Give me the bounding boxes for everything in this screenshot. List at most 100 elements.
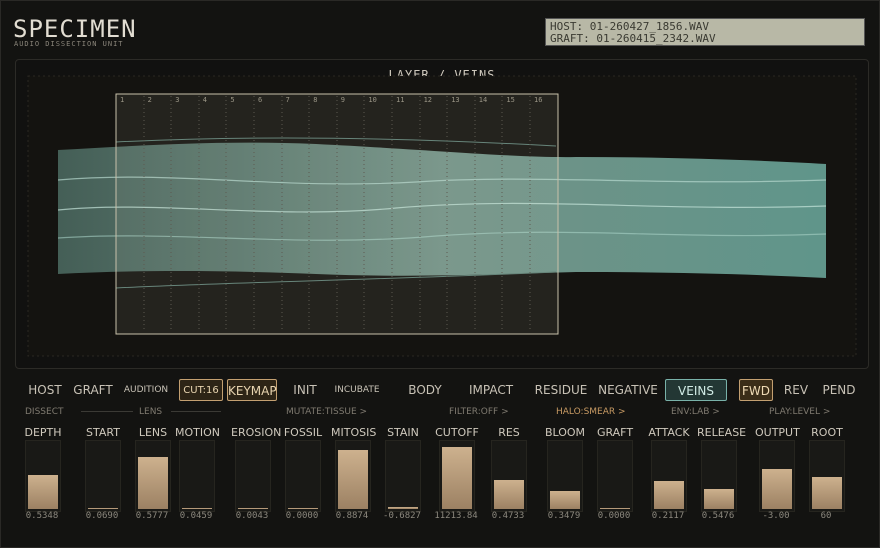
param-label-start: START [86,426,120,439]
slice-number: 11 [396,96,405,104]
fader-level [654,481,684,509]
param-fader-motion[interactable] [179,440,215,512]
app-subtitle: AUDIO DISSECTION UNIT [14,40,124,48]
param-fader-root[interactable] [809,440,845,512]
slice-number: 5 [230,96,235,104]
param-fader-bloom[interactable] [547,440,583,512]
fader-level [704,489,734,509]
file-display: HOST: 01-260427_1856.WAV GRAFT: 01-26041… [545,18,865,46]
init-button[interactable]: INIT [285,379,325,401]
param-value-graft: 0.0000 [597,511,631,521]
param-label-bloom: BLOOM [544,426,586,439]
fader-level [138,457,168,509]
section-filter[interactable]: FILTER:OFF > [449,407,509,417]
negative-button[interactable]: NEGATIVE [597,379,659,401]
slice-number: 14 [478,96,488,104]
param-label-res: RES [498,426,520,439]
section-halo[interactable]: HALO:SMEAR > [556,407,626,417]
param-label-depth: DEPTH [24,426,62,439]
param-label-stain: STAIN [387,426,419,439]
fader-level [338,450,368,509]
param-value-cutoff: 11213.84 [434,511,478,521]
section-dissect: DISSECT [25,407,64,417]
param-label-mitosis: MITOSIS [331,426,377,439]
mode-bar: HOST GRAFT AUDITION CUT:16 KEYMAP INIT I… [15,377,867,405]
param-fader-depth[interactable] [25,440,61,512]
param-value-lens: 0.5777 [135,511,169,521]
param-value-attack: 0.2117 [651,511,685,521]
impact-button[interactable]: IMPACT [463,379,519,401]
param-value-erosion: 0.0043 [235,511,269,521]
param-label-lens: LENS [138,426,168,439]
slice-number: 1 [120,96,125,104]
incubate-button[interactable]: INCUBATE [329,379,385,401]
graft-button[interactable]: GRAFT [71,379,115,401]
section-env[interactable]: ENV:LAB > [671,407,720,417]
slice-number: 6 [258,96,263,104]
slice-number: 15 [506,96,515,104]
keymap-button[interactable]: KEYMAP [227,379,277,401]
slice-number: 9 [340,96,346,104]
param-label-attack: ATTACK [648,426,690,439]
section-play[interactable]: PLAY:LEVEL > [769,407,830,417]
param-fader-graft[interactable] [597,440,633,512]
slice-number: 16 [534,96,543,104]
rev-button[interactable]: REV [781,379,811,401]
param-label-motion: MOTION [175,426,220,439]
fader-level [600,508,630,509]
param-value-root: 60 [820,511,832,521]
fader-level [762,469,792,509]
param-label-release: RELEASE [697,426,747,439]
param-fader-release[interactable] [701,440,737,512]
param-label-root: ROOT [811,426,843,439]
param-fader-output[interactable] [759,440,795,512]
param-value-motion: 0.0459 [179,511,213,521]
slice-number: 12 [423,96,433,104]
cut-button[interactable]: CUT:16 [179,379,223,401]
residue-button[interactable]: RESIDUE [529,379,593,401]
param-value-release: 0.5476 [701,511,735,521]
param-fader-start[interactable] [85,440,121,512]
fader-level [494,480,524,509]
param-value-mitosis: 0.8874 [335,511,369,521]
fader-level [812,477,842,509]
fader-level [442,447,472,509]
body-button[interactable]: BODY [403,379,447,401]
veins-button[interactable]: VEINS [665,379,727,401]
fader-level [550,491,580,509]
waveform-display [27,75,857,357]
graft-file-line: GRAFT: 01-260415_2342.WAV [550,32,716,45]
pend-button[interactable]: PEND [821,379,857,401]
param-fader-fossil[interactable] [285,440,321,512]
param-label-cutoff: CUTOFF [435,426,479,439]
slice-number: 8 [313,96,318,104]
param-fader-erosion[interactable] [235,440,271,512]
section-mutate[interactable]: MUTATE:TISSUE > [286,407,367,417]
fader-level [238,508,268,509]
param-fader-mitosis[interactable] [335,440,371,512]
slice-number: 4 [202,96,208,104]
fader-level [88,508,118,509]
app-logo: SPECIMEN [13,15,137,43]
param-value-start: 0.0690 [85,511,119,521]
layer-viewer[interactable]: LAYER / VEINS 1 2 3 4 5 6 7 8 9 10 11 12… [15,59,869,369]
slice-number: 2 [147,96,152,104]
param-value-output: -3.00 [762,511,790,521]
param-value-depth: 0.5348 [25,511,59,521]
param-label-graft: GRAFT [596,426,634,439]
param-label-fossil: FOSSIL [283,426,323,439]
param-fader-cutoff[interactable] [439,440,475,512]
section-divider [171,411,221,412]
param-fader-stain[interactable] [385,440,421,512]
param-label-output: OUTPUT [755,426,800,439]
audition-button[interactable]: AUDITION [119,379,173,401]
fader-level [388,507,418,509]
fwd-button[interactable]: FWD [739,379,773,401]
fader-level [28,475,58,509]
slice-number: 13 [451,96,460,104]
param-label-erosion: EROSION [231,426,282,439]
host-button[interactable]: HOST [25,379,65,401]
param-fader-attack[interactable] [651,440,687,512]
param-fader-res[interactable] [491,440,527,512]
param-fader-lens[interactable] [135,440,171,512]
